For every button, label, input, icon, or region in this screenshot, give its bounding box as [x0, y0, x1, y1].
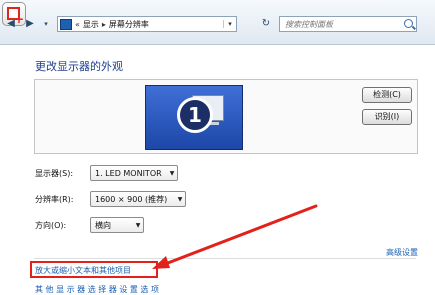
annotation-arrow-icon — [152, 204, 318, 269]
